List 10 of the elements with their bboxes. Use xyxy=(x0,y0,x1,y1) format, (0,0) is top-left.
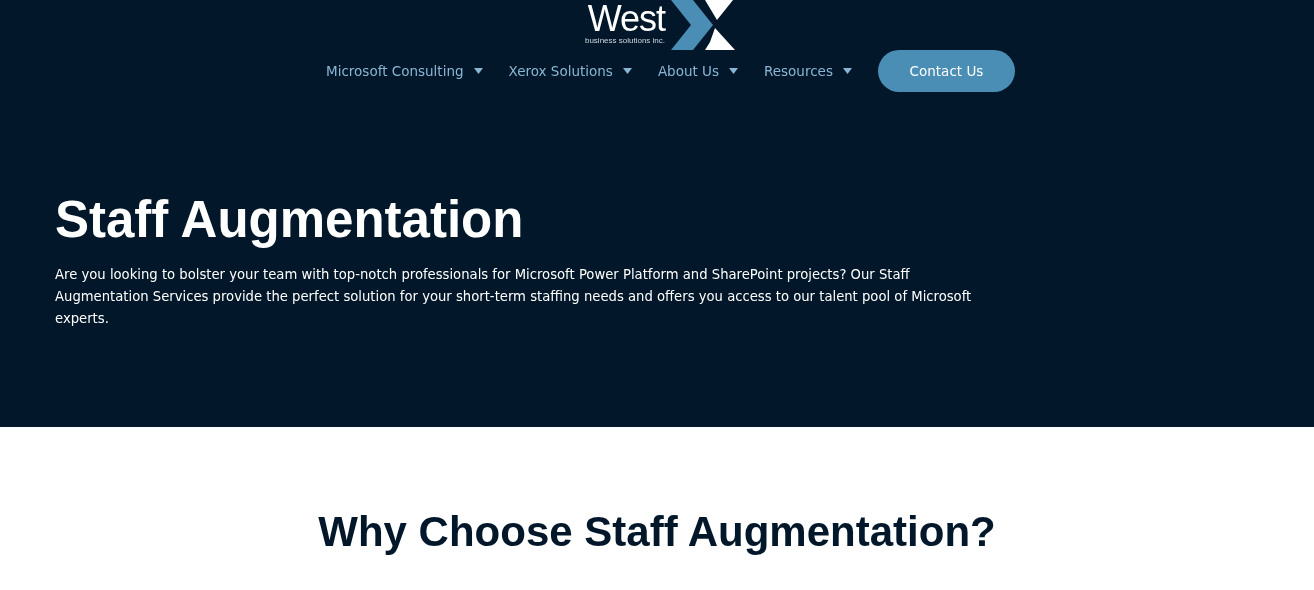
hero-title: Staff Augmentation xyxy=(55,190,525,250)
section-title: Why Choose Staff Augmentation? xyxy=(318,507,996,557)
logo-tagline: business solutions inc. xyxy=(584,36,665,45)
nav-link[interactable]: Resources xyxy=(751,63,865,79)
nav-link[interactable]: About Us xyxy=(644,63,751,79)
contact-button[interactable]: Contact Us xyxy=(877,50,1015,92)
nav-link[interactable]: Microsoft Consulting xyxy=(313,63,496,79)
hero-text: Are you looking to bolster your team with top-notch professionals for Microsoft Power Platform and SharePoint projects? Our Staff Augmentation Services provide the perfect solution for your short-term staffing needs and offers you access to our talent pool of Microsoft experts. xyxy=(55,266,973,328)
nav-link[interactable]: Xerox Solutions xyxy=(495,63,645,79)
logo-wordmark: West xyxy=(587,2,665,36)
